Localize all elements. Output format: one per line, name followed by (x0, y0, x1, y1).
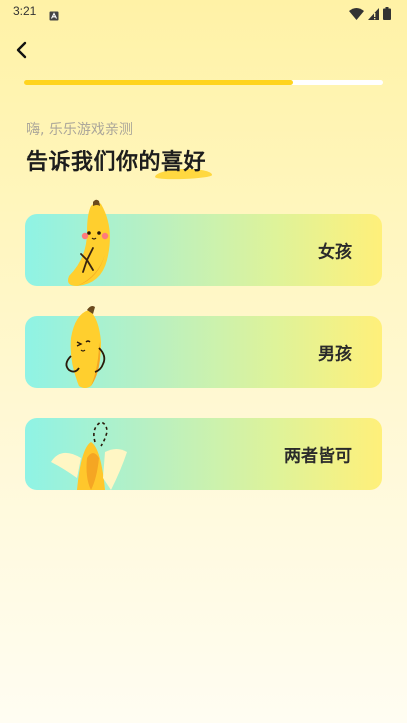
greeting-subtitle: 嗨, 乐乐游戏亲测 (26, 122, 133, 138)
banana-boy-icon (65, 306, 106, 388)
banana-girl-icon (68, 199, 110, 286)
wifi-icon (349, 5, 364, 24)
page-title-accent: 喜好 (154, 144, 213, 180)
progress-fill (24, 80, 294, 85)
option-either-button[interactable]: 两者皆可 (25, 418, 382, 490)
status-time: 3:21 (13, 4, 37, 18)
status-bar: 3:21 (0, 0, 407, 24)
page-title-main: 告诉我们你的 (26, 150, 162, 175)
banana-peeled-icon (51, 421, 127, 490)
option-boy-button[interactable]: 男孩 (25, 306, 382, 388)
page-title: 告诉我们你的 喜好 (26, 144, 213, 180)
battery-icon (383, 5, 391, 24)
status-icons (349, 5, 391, 24)
cell-signal-icon (368, 5, 379, 24)
back-button[interactable] (10, 38, 34, 62)
notification-icon (49, 6, 59, 25)
progress-bar (24, 80, 383, 85)
chevron-left-icon (16, 41, 27, 59)
option-girl-label: 女孩 (318, 242, 352, 263)
option-either-label: 两者皆可 (284, 446, 352, 467)
option-boy-label: 男孩 (318, 344, 352, 365)
option-girl-button[interactable]: 女孩 (25, 199, 382, 286)
